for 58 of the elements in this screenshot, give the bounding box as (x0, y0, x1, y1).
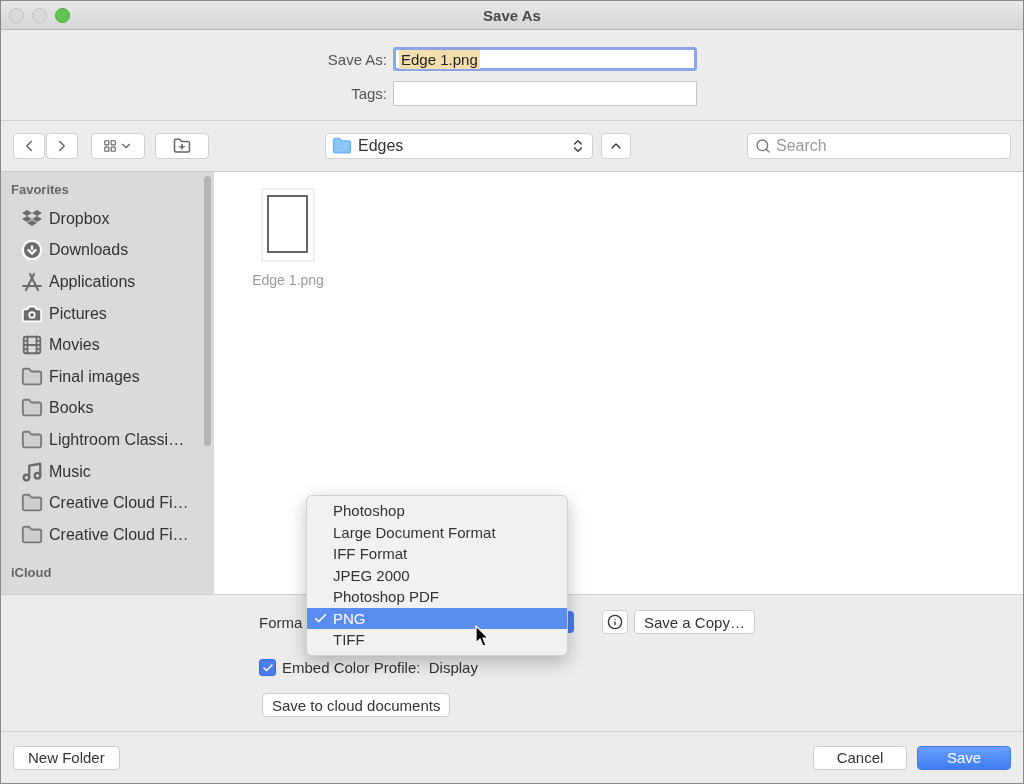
parent-folder-button[interactable] (601, 133, 631, 159)
sidebar-item[interactable]: Creative Cloud Fi… (11, 487, 200, 519)
folder-icon (21, 428, 43, 451)
format-label: Forma (259, 613, 304, 631)
document-icon[interactable] (261, 188, 315, 262)
tags-label: Tags: (351, 85, 387, 102)
menu-item[interactable]: TIFF (307, 629, 567, 651)
folder-plus-icon (173, 137, 191, 155)
info-icon (607, 614, 623, 630)
zoom-button[interactable] (55, 7, 70, 23)
menu-item[interactable]: Photoshop PDF (307, 586, 567, 608)
forward-button[interactable] (46, 133, 78, 159)
music-icon (21, 460, 43, 483)
sidebar-item[interactable]: Pictures (11, 297, 200, 330)
cursor-icon (475, 625, 489, 647)
sidebar-item[interactable]: Lightroom Classi… (11, 424, 200, 456)
film-icon (21, 334, 43, 357)
new-folder-button[interactable]: New Folder (13, 745, 120, 770)
filename-field[interactable]: Edge 1.png (393, 47, 697, 71)
sidebar-item[interactable]: Final images (11, 360, 200, 393)
grid-icon (103, 139, 117, 153)
cancel-button[interactable]: Cancel (813, 745, 907, 770)
sidebar-item[interactable]: Creative Cloud Fi… (11, 518, 200, 551)
sidebar-item[interactable]: Books (11, 392, 200, 425)
cloud-save-button[interactable]: Save to cloud documents (262, 693, 451, 717)
save-as-label: Save As: (327, 50, 387, 68)
menu-item[interactable]: IFF Format (307, 543, 567, 565)
checkbox[interactable] (259, 659, 276, 676)
window-title: Save As (482, 6, 542, 24)
back-button[interactable] (13, 133, 45, 159)
folder-icon (332, 136, 352, 156)
dropbox-icon (21, 208, 43, 229)
folder-icon (21, 523, 43, 546)
menu-item[interactable]: Photoshop (307, 500, 567, 522)
sidebar-item[interactable]: Dropbox (11, 203, 200, 235)
search-icon (755, 138, 771, 154)
location-popup[interactable]: Edges (325, 133, 593, 159)
save-copy-button[interactable]: Save a Copy… (634, 610, 755, 634)
search-field[interactable]: Search (747, 133, 1011, 159)
applications-icon (21, 272, 43, 292)
new-folder-icon-button[interactable] (155, 133, 209, 159)
sidebar-item[interactable]: Music (11, 455, 200, 488)
embed-profile-label: Embed Color Profile: Display (282, 659, 478, 676)
info-button[interactable] (602, 610, 628, 634)
file-name: Edge 1.png (252, 272, 324, 288)
sidebar-item[interactable]: Downloads (11, 234, 200, 267)
check-icon (261, 661, 274, 674)
download-icon (21, 239, 43, 262)
sidebar-item[interactable]: Applications (11, 266, 200, 298)
sidebar-heading: iCloud (11, 564, 53, 580)
view-options-button[interactable] (91, 133, 145, 159)
tags-field[interactable] (393, 81, 697, 106)
menu-item[interactable]: Large Document Format (307, 521, 567, 543)
folder-icon (21, 365, 43, 388)
menu-item[interactable]: JPEG 2000 (307, 564, 567, 586)
sidebar-heading: Favorites (11, 182, 70, 197)
scrollbar-thumb[interactable] (203, 176, 211, 446)
sidebar-item[interactable]: Movies (11, 329, 200, 361)
